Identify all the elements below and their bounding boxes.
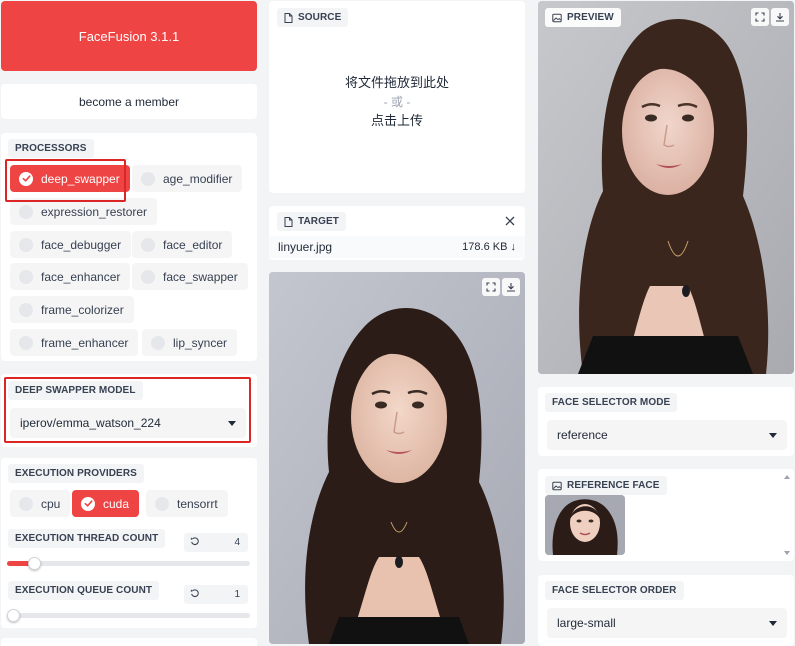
image-icon [552,13,562,22]
radio-icon [19,302,33,317]
preview-panel: PREVIEW [538,1,794,374]
source-upload-panel[interactable]: SOURCE 将文件拖放到此处 - 或 - 点击上传 [269,1,525,193]
preview-label: PREVIEW [545,8,621,27]
fullscreen-icon[interactable] [482,278,500,296]
chevron-down-icon [769,620,777,626]
preview-portrait-illustration [538,1,794,374]
source-label: SOURCE [277,8,349,27]
face-selector-order-panel: FACE SELECTOR ORDER large-small [538,575,794,646]
become-member-button[interactable]: become a member [1,84,257,119]
execution-queue-count-input[interactable]: 1 [184,585,248,604]
file-icon [284,216,293,227]
face-selector-mode-label: FACE SELECTOR MODE [545,393,678,412]
execution-providers-label: EXECUTION PROVIDERS [8,464,144,483]
next-panel [1,638,257,646]
face-selector-order-label: FACE SELECTOR ORDER [545,581,684,600]
highlight-deep-swapper-model [4,377,251,443]
execution-thread-count-slider[interactable] [7,557,250,570]
app-title: FaceFusion 3.1.1 [78,28,180,44]
provider-tensorrt[interactable]: tensorrt [146,490,228,517]
provider-cpu[interactable]: cpu [10,490,71,517]
slider-thumb[interactable] [28,557,41,570]
highlight-deep-swapper [5,159,126,202]
processor-frame-enhancer[interactable]: frame_enhancer [10,329,139,356]
execution-queue-count-slider[interactable] [7,609,250,622]
file-icon [284,12,293,23]
processor-expression-restorer[interactable]: expression_restorer [10,198,158,225]
target-file-name: linyuer.jpg [278,240,333,254]
radio-icon [151,335,165,350]
processor-frame-colorizer[interactable]: frame_colorizer [10,296,134,323]
processors-label: PROCESSORS [8,139,94,158]
radio-icon [141,269,155,284]
chevron-down-icon [769,432,777,438]
processor-face-debugger[interactable]: face_debugger [10,231,132,258]
radio-icon [141,171,155,186]
radio-icon [19,335,33,350]
target-file-size[interactable]: 178.6 KB ↓ [462,241,516,253]
radio-icon [19,237,33,252]
reference-face-label: REFERENCE FACE [545,476,667,495]
image-icon [552,481,562,490]
slider-thumb[interactable] [7,609,20,622]
download-icon[interactable] [502,278,520,296]
execution-thread-count-input[interactable]: 4 [184,533,248,552]
reset-icon[interactable] [190,588,200,601]
target-file-row[interactable]: linyuer.jpg 178.6 KB ↓ [269,236,525,258]
check-icon [81,496,95,511]
fullscreen-icon[interactable] [751,8,769,26]
scrollbar[interactable] [783,473,791,557]
radio-icon [19,269,33,284]
execution-thread-count-label: EXECUTION THREAD COUNT [8,529,166,548]
execution-queue-count-label: EXECUTION QUEUE COUNT [8,581,160,600]
processor-face-editor[interactable]: face_editor [132,231,233,258]
processor-face-swapper[interactable]: face_swapper [132,263,248,290]
radio-icon [19,204,33,219]
source-dropzone[interactable]: 将文件拖放到此处 - 或 - 点击上传 [269,73,525,131]
target-image [269,272,525,644]
processor-age-modifier[interactable]: age_modifier [132,165,243,192]
app-title-button[interactable]: FaceFusion 3.1.1 [1,1,257,71]
execution-panel: EXECUTION PROVIDERS cpu cuda tensorrt EX… [1,458,257,628]
facefusion-app: FaceFusion 3.1.1 become a member PROCESS… [0,0,795,646]
upload-text: 点击上传 [370,113,423,128]
face-selector-mode-panel: FACE SELECTOR MODE reference [538,387,794,456]
reference-face-thumbnail[interactable] [545,495,625,555]
reference-face-panel: REFERENCE FACE [538,469,794,561]
radio-icon [141,237,155,252]
face-selector-order-select[interactable]: large-small [547,608,787,638]
target-portrait-illustration [269,272,525,644]
close-icon[interactable] [504,214,516,226]
download-icon[interactable] [771,8,789,26]
processor-lip-syncer[interactable]: lip_syncer [142,329,238,356]
target-label: TARGET [277,212,346,231]
drop-text: 将文件拖放到此处 [344,75,449,90]
become-member-label: become a member [78,94,180,109]
or-text: - 或 - [383,95,411,109]
target-panel: TARGET linyuer.jpg 178.6 KB ↓ [269,206,525,260]
provider-cuda[interactable]: cuda [72,490,140,517]
face-selector-mode-select[interactable]: reference [547,420,787,450]
radio-icon [19,496,33,511]
reset-icon[interactable] [190,536,200,549]
processor-face-enhancer[interactable]: face_enhancer [10,263,131,290]
radio-icon [155,496,169,511]
